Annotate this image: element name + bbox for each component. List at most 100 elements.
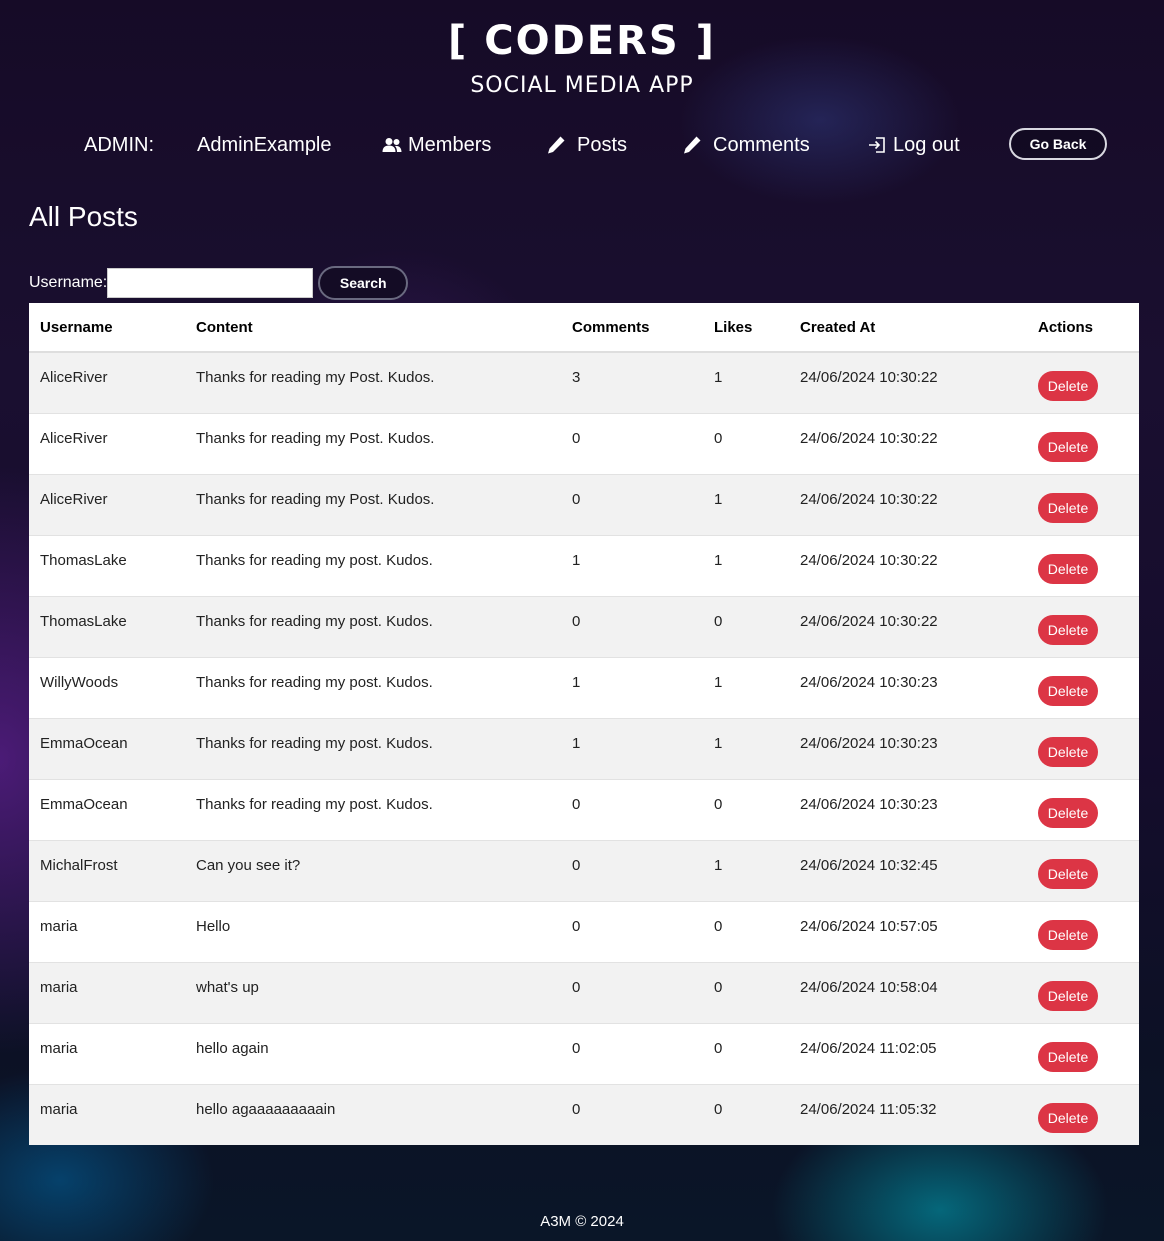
login-arrow-icon bbox=[869, 137, 885, 153]
cell-created-at: 24/06/2024 10:30:22 bbox=[789, 534, 1027, 596]
delete-button[interactable]: Delete bbox=[1038, 919, 1098, 950]
nav-comments-label: Comments bbox=[713, 133, 810, 156]
cell-content: hello agaaaaaaaaain bbox=[185, 1083, 561, 1145]
table-row: maria hello agaaaaaaaaain 0 0 24/06/2024 11:… bbox=[29, 1083, 1139, 1145]
table-row: ThomasLake Thanks for reading my post. Ku… bbox=[29, 595, 1139, 657]
cell-comments: 0 bbox=[561, 961, 703, 1023]
table-row: EmmaOcean Thanks for reading my post. Kud… bbox=[29, 778, 1139, 840]
cell-comments: 0 bbox=[561, 778, 703, 840]
delete-button[interactable]: Delete bbox=[1038, 371, 1098, 401]
pencil-icon bbox=[684, 136, 701, 154]
cell-actions: Delete bbox=[1027, 412, 1139, 474]
cell-actions: Delete bbox=[1027, 961, 1139, 1023]
cell-created-at: 24/06/2024 10:58:04 bbox=[789, 961, 1027, 1023]
cell-content: Thanks for reading my Post. Kudos. bbox=[185, 351, 561, 413]
cell-actions: Delete bbox=[1027, 595, 1139, 657]
footer-copyright: A3M © 2024 bbox=[540, 1213, 624, 1230]
delete-button[interactable]: Delete bbox=[1038, 675, 1098, 706]
table-row: AliceRiver Thanks for reading my Post. Ku… bbox=[29, 473, 1139, 535]
cell-actions: Delete bbox=[1027, 778, 1139, 840]
cell-created-at: 24/06/2024 10:30:22 bbox=[789, 351, 1027, 413]
username-search-input[interactable] bbox=[107, 268, 314, 298]
cell-created-at: 24/06/2024 10:30:23 bbox=[789, 656, 1027, 718]
cell-comments: 0 bbox=[561, 595, 703, 657]
delete-button[interactable]: Delete bbox=[1038, 980, 1098, 1011]
cell-actions: Delete bbox=[1027, 1083, 1139, 1145]
cell-username: maria bbox=[29, 1022, 185, 1084]
nav-members[interactable]: Members bbox=[382, 128, 491, 162]
delete-button[interactable]: Delete bbox=[1038, 797, 1098, 828]
cell-comments: 0 bbox=[561, 1083, 703, 1145]
posts-table: Username Content Comments Likes Created … bbox=[29, 303, 1139, 1145]
cell-username: EmmaOcean bbox=[29, 778, 185, 840]
cell-username: WillyWoods bbox=[29, 656, 185, 718]
cell-actions: Delete bbox=[1027, 656, 1139, 718]
cell-likes: 0 bbox=[703, 1022, 789, 1084]
delete-button[interactable]: Delete bbox=[1038, 492, 1098, 523]
cell-username: AliceRiver bbox=[29, 351, 185, 413]
cell-actions: Delete bbox=[1027, 717, 1139, 779]
cell-actions: Delete bbox=[1027, 839, 1139, 901]
cell-content: Thanks for reading my post. Kudos. bbox=[185, 717, 561, 779]
delete-button[interactable]: Delete bbox=[1038, 431, 1098, 462]
table-row: ThomasLake Thanks for reading my post. Ku… bbox=[29, 534, 1139, 596]
delete-button[interactable]: Delete bbox=[1038, 553, 1098, 584]
cell-comments: 3 bbox=[561, 351, 703, 413]
app-subtitle: SOCIAL MEDIA APP bbox=[470, 73, 694, 98]
delete-button[interactable]: Delete bbox=[1038, 1041, 1098, 1072]
cell-username: maria bbox=[29, 900, 185, 962]
cell-likes: 0 bbox=[703, 412, 789, 474]
cell-actions: Delete bbox=[1027, 473, 1139, 535]
table-row: AliceRiver Thanks for reading my Post. Ku… bbox=[29, 412, 1139, 474]
cell-actions: Delete bbox=[1027, 900, 1139, 962]
nav-logout-label: Log out bbox=[893, 133, 960, 156]
column-header-comments: Comments bbox=[561, 303, 703, 353]
username-label: Username: bbox=[29, 274, 108, 291]
cell-comments: 1 bbox=[561, 534, 703, 596]
column-header-actions: Actions bbox=[1027, 303, 1139, 353]
nav-posts[interactable]: Posts bbox=[546, 128, 627, 162]
nav-logout[interactable]: Log out bbox=[867, 128, 960, 162]
cell-likes: 1 bbox=[703, 839, 789, 901]
cell-username: EmmaOcean bbox=[29, 717, 185, 779]
cell-username: MichalFrost bbox=[29, 839, 185, 901]
cell-created-at: 24/06/2024 10:57:05 bbox=[789, 900, 1027, 962]
admin-label: ADMIN: bbox=[84, 133, 154, 156]
cell-created-at: 24/06/2024 10:30:23 bbox=[789, 778, 1027, 840]
users-icon bbox=[382, 138, 402, 152]
cell-actions: Delete bbox=[1027, 534, 1139, 596]
cell-username: AliceRiver bbox=[29, 412, 185, 474]
cell-content: Thanks for reading my Post. Kudos. bbox=[185, 412, 561, 474]
column-header-username: Username bbox=[29, 303, 185, 353]
delete-button[interactable]: Delete bbox=[1038, 614, 1098, 645]
delete-button[interactable]: Delete bbox=[1038, 858, 1098, 889]
cell-comments: 0 bbox=[561, 473, 703, 535]
pencil-icon bbox=[548, 136, 565, 154]
search-button[interactable]: Search bbox=[318, 266, 409, 300]
cell-content: Thanks for reading my Post. Kudos. bbox=[185, 473, 561, 535]
table-row: EmmaOcean Thanks for reading my post. Kud… bbox=[29, 717, 1139, 779]
cell-content: what's up bbox=[185, 961, 561, 1023]
cell-comments: 1 bbox=[561, 717, 703, 779]
admin-name-link[interactable]: AdminExample bbox=[197, 128, 332, 162]
cell-created-at: 24/06/2024 10:30:22 bbox=[789, 595, 1027, 657]
cell-created-at: 24/06/2024 10:32:45 bbox=[789, 839, 1027, 901]
cell-actions: Delete bbox=[1027, 1022, 1139, 1084]
delete-button[interactable]: Delete bbox=[1038, 736, 1098, 767]
table-header-row: Username Content Comments Likes Created … bbox=[29, 303, 1139, 353]
cell-created-at: 24/06/2024 10:30:22 bbox=[789, 473, 1027, 535]
cell-content: Can you see it? bbox=[185, 839, 561, 901]
go-back-button[interactable]: Go Back bbox=[1009, 128, 1107, 160]
delete-button[interactable]: Delete bbox=[1038, 1102, 1098, 1133]
cell-content: Thanks for reading my post. Kudos. bbox=[185, 778, 561, 840]
cell-created-at: 24/06/2024 10:30:22 bbox=[789, 412, 1027, 474]
cell-comments: 0 bbox=[561, 839, 703, 901]
cell-comments: 0 bbox=[561, 1022, 703, 1084]
nav-comments[interactable]: Comments bbox=[682, 128, 810, 162]
cell-likes: 1 bbox=[703, 534, 789, 596]
cell-likes: 1 bbox=[703, 473, 789, 535]
cell-username: maria bbox=[29, 961, 185, 1023]
table-row: AliceRiver Thanks for reading my Post. Ku… bbox=[29, 351, 1139, 413]
page-title: All Posts bbox=[29, 201, 138, 232]
cell-comments: 0 bbox=[561, 412, 703, 474]
